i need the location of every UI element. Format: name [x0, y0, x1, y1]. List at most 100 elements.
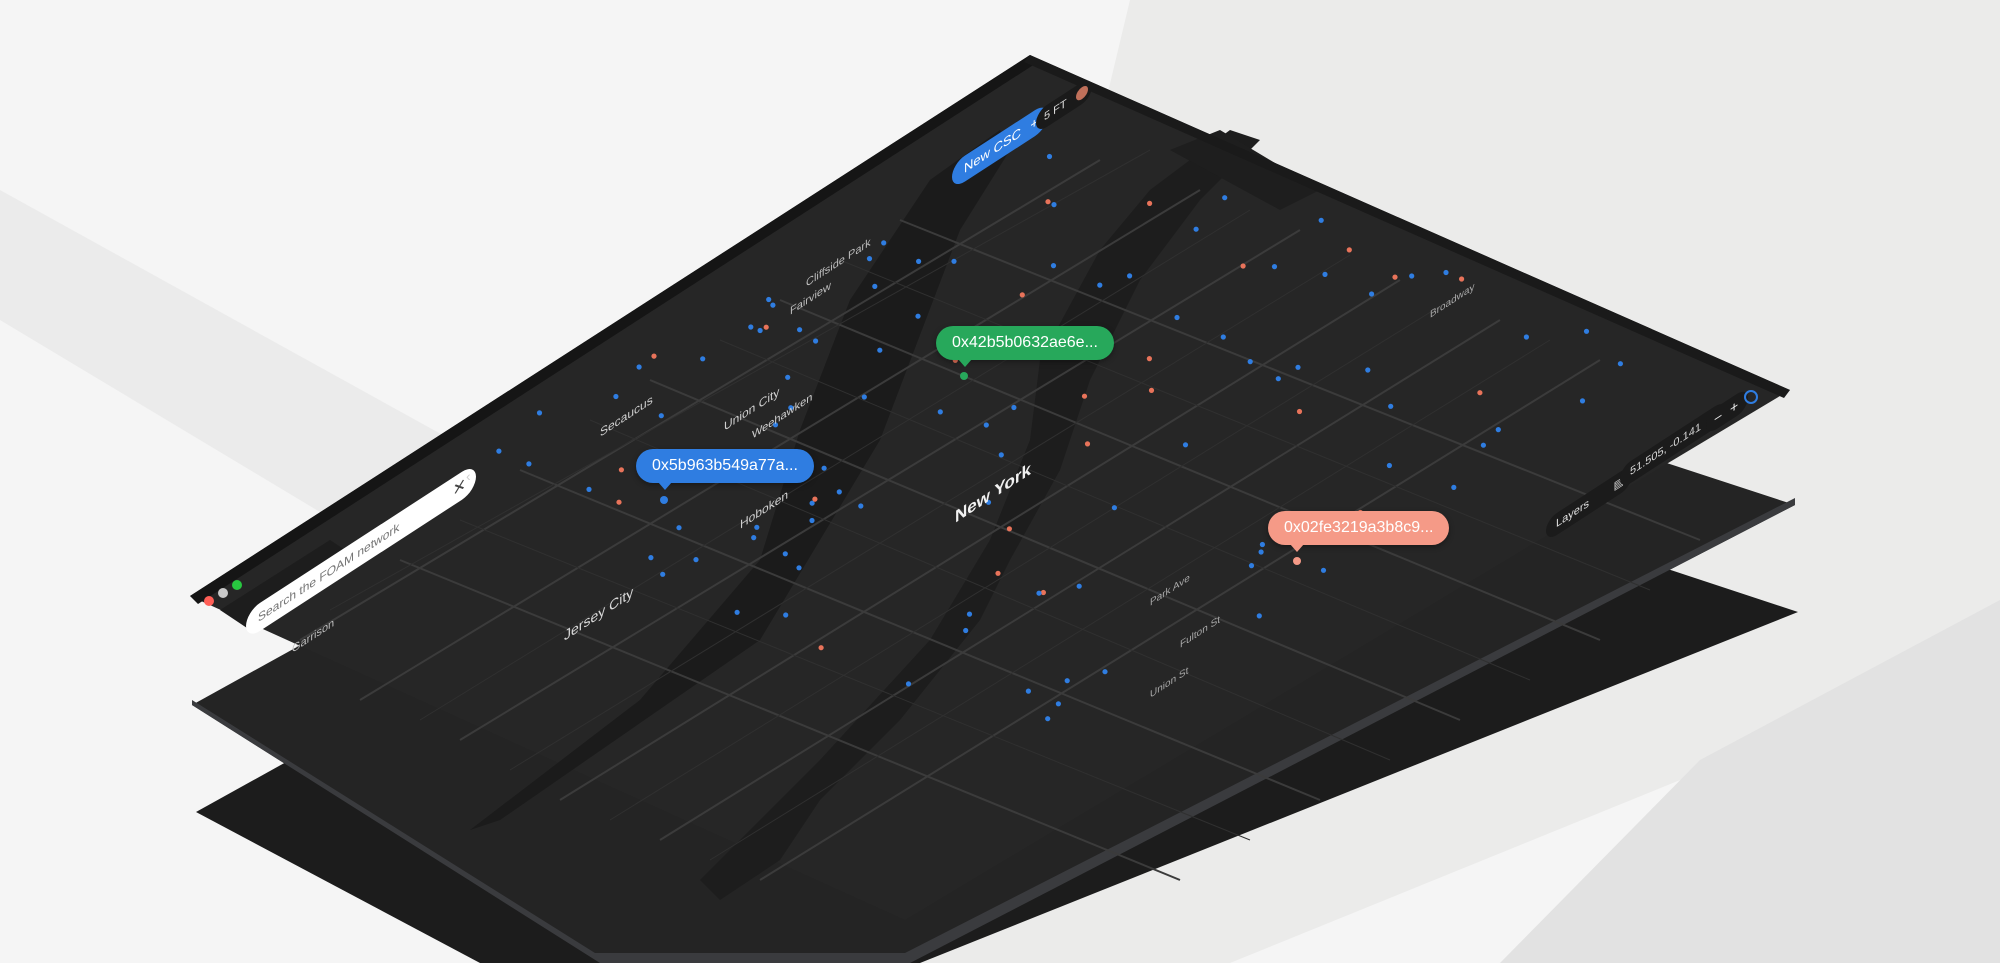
locate-icon[interactable] — [1744, 390, 1758, 404]
poi-dot[interactable] — [618, 467, 625, 473]
close-icon[interactable]: ✕ — [453, 473, 466, 502]
poi-dot[interactable] — [1111, 505, 1117, 511]
poi-dot[interactable] — [526, 461, 532, 467]
poi-dot[interactable] — [983, 422, 989, 428]
poi-dot[interactable] — [937, 409, 943, 415]
poi-dot[interactable] — [1019, 292, 1025, 298]
poi-dot[interactable] — [1081, 393, 1088, 399]
poi-dot[interactable] — [818, 645, 824, 651]
poi-dot[interactable] — [1392, 274, 1398, 280]
poi-dot[interactable] — [998, 452, 1004, 458]
poi-dot[interactable] — [1386, 462, 1392, 469]
poi-dot[interactable] — [1055, 701, 1061, 707]
poi-dot[interactable] — [881, 240, 887, 246]
poi-dot[interactable] — [809, 517, 815, 524]
avatar-icon[interactable] — [1076, 83, 1088, 104]
poi-dot[interactable] — [1443, 269, 1449, 276]
poi-dot[interactable] — [770, 302, 776, 308]
poi-dot[interactable] — [995, 570, 1001, 576]
poi-dot[interactable] — [916, 258, 922, 264]
poi-dot[interactable] — [676, 525, 682, 531]
poi-dot[interactable] — [1296, 408, 1303, 415]
poi-dot[interactable] — [1322, 271, 1328, 277]
poi-dot[interactable] — [812, 496, 818, 502]
poi-dot[interactable] — [1222, 195, 1228, 201]
poi-dot[interactable] — [748, 324, 754, 330]
poi-dot[interactable] — [866, 256, 873, 262]
poi-dot[interactable] — [1064, 678, 1070, 684]
poi-dot[interactable] — [1011, 404, 1017, 411]
poi-dot[interactable] — [1318, 217, 1324, 223]
poi-dot[interactable] — [1102, 669, 1108, 675]
poi-dot[interactable] — [1025, 688, 1031, 694]
poi-dot[interactable] — [613, 393, 619, 400]
poi-dot[interactable] — [536, 410, 543, 416]
poi-dot[interactable] — [1346, 247, 1352, 253]
marker-popup-green[interactable]: 0x42b5b0632ae6e... — [936, 326, 1114, 367]
poi-dot[interactable] — [1271, 264, 1278, 270]
poi-dot[interactable] — [905, 681, 912, 687]
marker-popup-salmon[interactable]: 0x02fe3219a3b8c9... — [1268, 511, 1450, 552]
poi-dot[interactable] — [651, 353, 657, 359]
poi-dot[interactable] — [1248, 563, 1255, 569]
poi-dot[interactable] — [1295, 364, 1301, 370]
marker-pin-green[interactable] — [960, 372, 968, 380]
poi-dot[interactable] — [1046, 153, 1053, 160]
poi-dot[interactable] — [1247, 359, 1253, 365]
poi-dot[interactable] — [821, 465, 827, 471]
poi-dot[interactable] — [1006, 526, 1013, 532]
poi-dot[interactable] — [877, 347, 883, 353]
poi-dot[interactable] — [797, 327, 803, 333]
poi-dot[interactable] — [751, 535, 757, 541]
poi-dot[interactable] — [1146, 356, 1152, 362]
poi-dot[interactable] — [872, 283, 878, 289]
poi-dot[interactable] — [861, 394, 867, 400]
poi-dot[interactable] — [1240, 263, 1246, 269]
poi-dot[interactable] — [734, 609, 740, 615]
close-window-button[interactable] — [204, 596, 214, 606]
poi-dot[interactable] — [1076, 583, 1082, 589]
poi-dot[interactable] — [1369, 291, 1375, 297]
poi-dot[interactable] — [1147, 200, 1153, 206]
poi-dot[interactable] — [813, 338, 819, 344]
marker-popup-blue[interactable]: 0x5b963b549a77a... — [636, 449, 814, 490]
poi-dot[interactable] — [915, 313, 921, 319]
poi-dot[interactable] — [757, 327, 763, 334]
poi-dot[interactable] — [1040, 589, 1046, 596]
poi-dot[interactable] — [636, 364, 642, 370]
poi-dot[interactable] — [963, 627, 969, 634]
poi-dot[interactable] — [1050, 263, 1057, 269]
poi-dot[interactable] — [1193, 226, 1199, 232]
poi-dot[interactable] — [1220, 334, 1226, 340]
poi-dot[interactable] — [1148, 387, 1155, 393]
poi-dot[interactable] — [1388, 403, 1394, 409]
poi-dot[interactable] — [1045, 716, 1051, 722]
poi-dot[interactable] — [951, 258, 957, 264]
poi-dot[interactable] — [1579, 398, 1586, 404]
chevron-left-icon[interactable]: ‹ — [466, 468, 471, 484]
poi-dot[interactable] — [1256, 613, 1262, 619]
poi-dot[interactable] — [1523, 334, 1529, 340]
poi-dot[interactable] — [1084, 441, 1091, 447]
poi-dot[interactable] — [1259, 541, 1265, 548]
poi-dot[interactable] — [783, 612, 789, 618]
poi-dot[interactable] — [966, 611, 973, 617]
poi-dot[interactable] — [836, 489, 842, 495]
poi-dot[interactable] — [700, 356, 706, 362]
poi-dot[interactable] — [1480, 442, 1486, 448]
poi-dot[interactable] — [658, 413, 664, 419]
poi-dot[interactable] — [616, 499, 622, 505]
poi-dot[interactable] — [796, 565, 802, 571]
poi-dot[interactable] — [1451, 484, 1457, 490]
minimize-window-button[interactable] — [218, 588, 228, 598]
poi-dot[interactable] — [766, 296, 772, 303]
poi-dot[interactable] — [1127, 273, 1133, 279]
poi-dot[interactable] — [693, 557, 699, 563]
poi-dot[interactable] — [1258, 549, 1264, 555]
poi-dot[interactable] — [586, 486, 592, 492]
poi-dot[interactable] — [660, 571, 666, 577]
poi-dot[interactable] — [1617, 361, 1623, 367]
poi-dot[interactable] — [1365, 367, 1371, 373]
poi-dot[interactable] — [1477, 390, 1483, 396]
poi-dot[interactable] — [1036, 590, 1042, 596]
